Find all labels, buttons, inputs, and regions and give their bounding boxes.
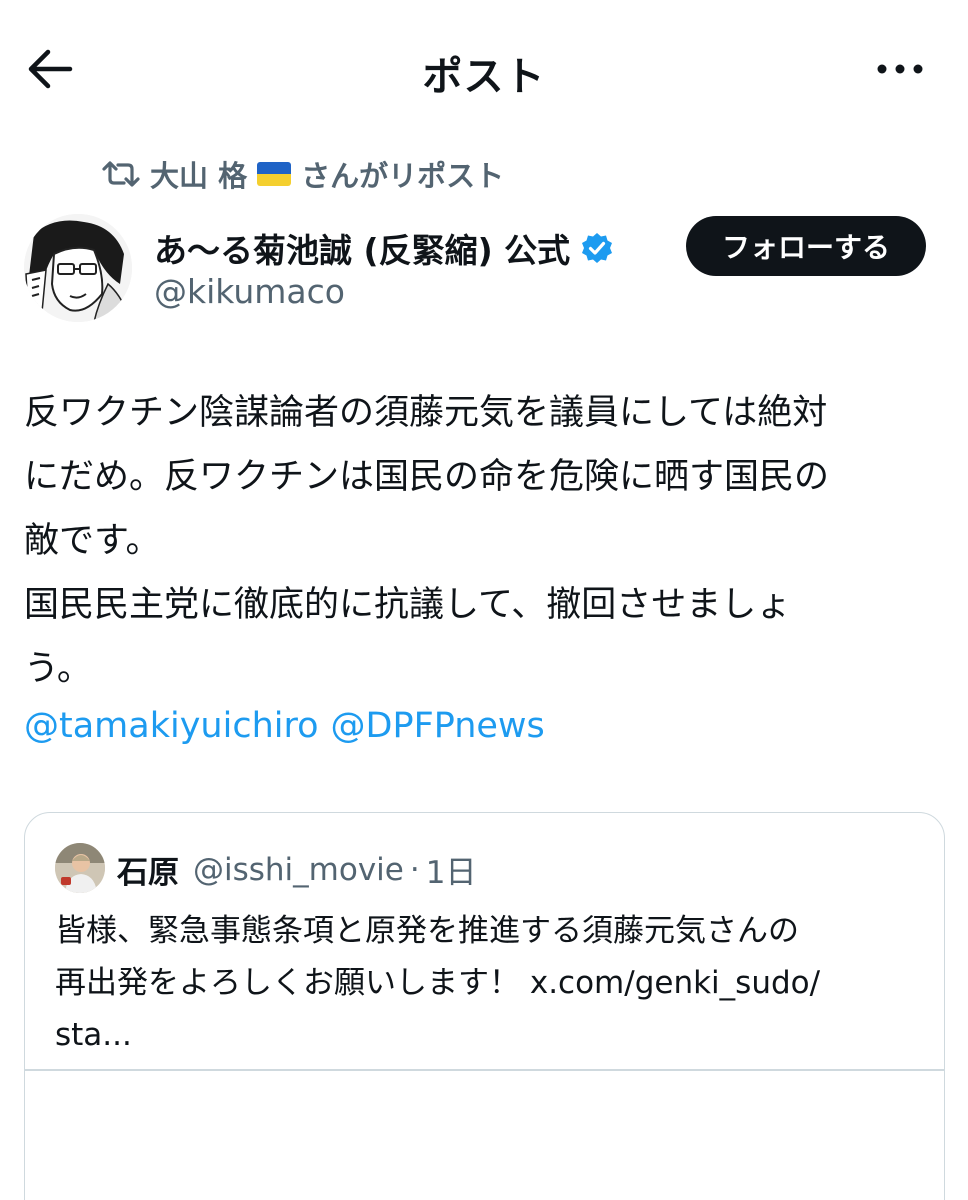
page-title: ポスト bbox=[422, 54, 546, 100]
quote-text-line: sta... bbox=[55, 1017, 132, 1053]
post-text-line: にだめ。反ワクチンは国民の命を危険に晒す国民の bbox=[24, 457, 830, 497]
quote-author-handle[interactable]: @isshi_movie bbox=[193, 852, 404, 888]
post-mentions: @tamakiyuichiro @DPFPnews bbox=[24, 696, 545, 756]
verified-badge-icon bbox=[580, 231, 614, 265]
quote-media-divider bbox=[25, 1069, 944, 1071]
repost-user-name[interactable]: 大山 格 bbox=[150, 153, 247, 195]
post-text-line: 敵です。 bbox=[24, 521, 161, 561]
follow-button[interactable]: フォローする bbox=[686, 216, 926, 276]
repost-label: さんがリポスト bbox=[301, 159, 505, 193]
repost-icon bbox=[102, 159, 140, 189]
person-photo-icon bbox=[55, 843, 105, 893]
quote-text-line: 皆様、緊急事態条項と原発を推進する須藤元気さんの bbox=[55, 913, 799, 949]
avatar[interactable] bbox=[24, 214, 132, 322]
more-button[interactable] bbox=[876, 50, 924, 88]
top-bar: ポスト bbox=[0, 0, 968, 140]
quote-text-line: 再出発をよろしくお願いします！ x.com/genki_sudo/ bbox=[55, 965, 821, 1001]
quote-timestamp[interactable]: 1日 bbox=[426, 847, 477, 892]
post-text-line: う。 bbox=[24, 649, 92, 689]
author-display-name[interactable]: あ〜る菊池誠 (反緊縮) 公式 bbox=[154, 224, 570, 272]
ukraine-flag-icon bbox=[257, 162, 292, 186]
quote-text: 皆様、緊急事態条項と原発を推進する須藤元気さんの 再出発をよろしくお願いします！… bbox=[55, 905, 925, 1061]
repost-context: 大山 格 さんがリポスト bbox=[102, 154, 504, 194]
mention-link[interactable]: @DPFPnews bbox=[331, 696, 545, 756]
author-name[interactable]: あ〜る菊池誠 (反緊縮) 公式 bbox=[154, 224, 614, 272]
post-text-line: 反ワクチン陰謀論者の須藤元気を議員にしては絶対 bbox=[24, 393, 828, 433]
manga-portrait-icon bbox=[24, 214, 132, 322]
quoted-post-card[interactable]: 石原 @isshi_movie · 1日 皆様、緊急事態条項と原発を推進する須藤… bbox=[24, 812, 945, 1200]
mention-link[interactable]: @tamakiyuichiro bbox=[24, 696, 319, 756]
author-handle[interactable]: @kikumaco bbox=[154, 272, 345, 311]
quote-separator: · bbox=[409, 851, 420, 888]
post-text: 反ワクチン陰謀論者の須藤元気を議員にしては絶対 にだめ。反ワクチンは国民の命を危… bbox=[24, 381, 944, 701]
quote-header: 石原 @isshi_movie · 1日 bbox=[117, 847, 476, 892]
post-text-line: 国民民主党に徹底的に抗議して、撤回させましょ bbox=[24, 585, 792, 625]
quote-avatar[interactable] bbox=[55, 843, 105, 893]
quote-author-name[interactable]: 石原 bbox=[117, 847, 179, 892]
more-horizontal-icon bbox=[877, 64, 923, 74]
